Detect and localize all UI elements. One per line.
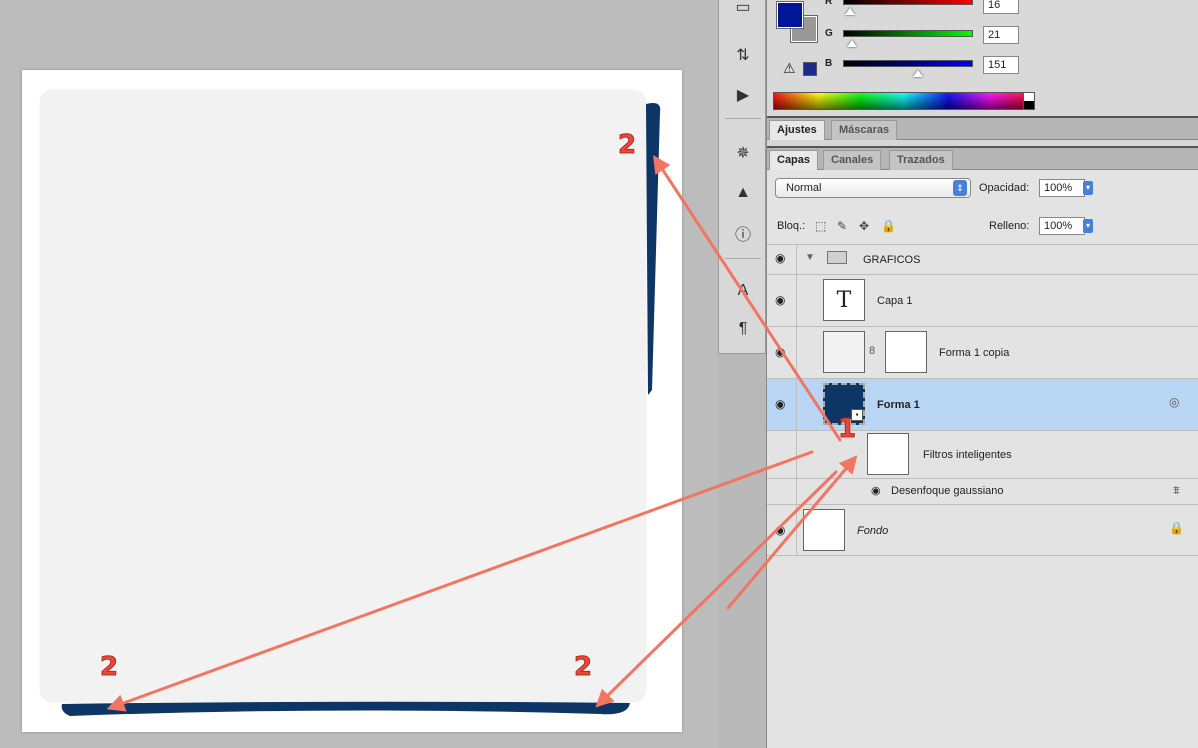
layer-capa-1[interactable]: ◉ T Capa 1 (767, 274, 1198, 326)
lock-transparent-icon[interactable]: ⬚ (815, 219, 826, 233)
lock-icon: 🔒 (1169, 521, 1184, 535)
color-spectrum-bar[interactable] (773, 92, 1035, 110)
layer-fondo[interactable]: ◉ Fondo 🔒 (767, 504, 1198, 556)
filter-name-desenfoque: Desenfoque gaussiano (891, 485, 1004, 497)
filter-blending-options-icon[interactable]: ⩨ (1173, 483, 1180, 498)
layers-tabbar: Capas Canales Trazados (767, 146, 1198, 170)
smart-filters-label: Filtros inteligentes (923, 449, 1012, 461)
history-icon[interactable]: ⇅ (731, 44, 755, 66)
green-slider-thumb[interactable] (847, 40, 857, 47)
step-2-marker-top: 2 (617, 130, 637, 161)
eye-icon[interactable]: ◉ (871, 484, 881, 497)
disclosure-triangle-icon[interactable]: ▼ (805, 252, 815, 263)
blue-value-field[interactable]: 151 (983, 56, 1019, 74)
smart-filters-row[interactable]: Filtros inteligentes (767, 430, 1198, 478)
blue-slider[interactable] (843, 60, 973, 67)
green-value-field[interactable]: 21 (983, 26, 1019, 44)
opacity-field[interactable]: 100% (1039, 179, 1085, 197)
warning-icon[interactable]: ⚠ (783, 60, 796, 77)
adjustments-tabbar: Ajustes Máscaras (767, 116, 1198, 140)
document-canvas-area[interactable] (0, 0, 718, 748)
text-layer-icon: T (823, 279, 865, 321)
red-value-field[interactable]: 16 (983, 0, 1019, 14)
vector-mask-thumbnail (885, 331, 927, 373)
panel-collapse-icon[interactable]: ▭ (731, 0, 755, 18)
histogram-icon[interactable]: ▲ (731, 182, 755, 204)
layer-thumbnail (823, 331, 865, 373)
channel-b-label: B (825, 58, 833, 69)
red-slider[interactable] (843, 0, 973, 5)
group-name: GRAFICOS (863, 254, 921, 266)
tool-strip: ▭ ⇅ ▶ ✵ ▲ ⓘ A ¶ (718, 0, 766, 354)
info-icon[interactable]: ⓘ (731, 222, 755, 244)
channel-g-label: G (825, 28, 833, 39)
eye-icon[interactable]: ◉ (775, 251, 785, 265)
step-1-marker: 1 (837, 414, 857, 445)
channel-r-label: R (825, 0, 833, 7)
tab-canales[interactable]: Canales (823, 150, 882, 170)
chain-link-icon[interactable]: 8 (869, 345, 875, 357)
navigator-icon[interactable]: ✵ (731, 142, 755, 164)
filter-desenfoque-gaussiano[interactable]: ◉ Desenfoque gaussiano ⩨ (767, 478, 1198, 504)
lock-label: Bloq.: (777, 220, 806, 232)
eye-icon[interactable]: ◉ (775, 293, 785, 307)
gray-rounded-card (40, 90, 646, 702)
layer-forma-1-copia[interactable]: ◉ 8 Forma 1 copia (767, 326, 1198, 378)
black-white-swatch[interactable] (1023, 92, 1035, 110)
background-thumbnail (803, 509, 845, 551)
opacity-dropdown-icon[interactable]: ▾ (1083, 181, 1093, 195)
layer-name-forma-1-copia: Forma 1 copia (939, 347, 1010, 359)
layer-name-forma-1: Forma 1 (877, 399, 920, 411)
chevron-updown-icon[interactable]: ⇕ (953, 180, 967, 196)
blend-mode-select[interactable]: Normal (775, 178, 971, 198)
tab-mascaras[interactable]: Máscaras (831, 120, 898, 140)
fill-label: Relleno: (989, 220, 1030, 232)
filter-effects-icon[interactable]: ◎ (1169, 395, 1179, 409)
step-2-marker-bottom-right: 2 (573, 652, 593, 683)
paragraph-icon[interactable]: ¶ (731, 318, 755, 340)
tab-ajustes[interactable]: Ajustes (769, 120, 825, 140)
color-panel: R 16 G 21 ⚠ B 151 (767, 0, 1198, 116)
eye-icon[interactable]: ◉ (775, 345, 785, 359)
character-icon[interactable]: A (731, 280, 755, 302)
foreground-color-swatch[interactable] (776, 1, 804, 29)
panels-column: R 16 G 21 ⚠ B 151 Ajustes Máscaras Capas… (766, 0, 1198, 748)
lock-all-icon[interactable]: 🔒 (881, 219, 896, 233)
tab-capas[interactable]: Capas (769, 150, 819, 170)
filter-mask-thumbnail (867, 433, 909, 475)
blue-slider-thumb[interactable] (913, 70, 923, 77)
lock-pixels-brush-icon[interactable]: ✎ (837, 219, 847, 233)
layer-forma-1[interactable]: ◉ ▪ Forma 1 ◎ (767, 378, 1198, 430)
step-2-marker-bottom-left: 2 (99, 652, 119, 683)
layer-name-capa-1: Capa 1 (877, 295, 913, 307)
red-slider-thumb[interactable] (845, 8, 855, 15)
folder-icon (827, 251, 847, 264)
fill-field[interactable]: 100% (1039, 217, 1085, 235)
fill-dropdown-icon[interactable]: ▾ (1083, 219, 1093, 233)
green-slider[interactable] (843, 30, 973, 37)
layers-panel: Normal ⇕ Opacidad: 100% ▾ Bloq.: ⬚ ✎ ✥ 🔒… (767, 170, 1198, 748)
eye-icon[interactable]: ◉ (775, 523, 785, 537)
eye-icon[interactable]: ◉ (775, 397, 785, 411)
lock-position-move-icon[interactable]: ✥ (859, 219, 869, 233)
tab-trazados[interactable]: Trazados (889, 150, 953, 170)
opacity-label: Opacidad: (979, 182, 1030, 194)
layer-group-graficos[interactable]: ◉ ▼ GRAFICOS (767, 244, 1198, 274)
gamut-swatch[interactable] (803, 62, 817, 76)
actions-play-icon[interactable]: ▶ (731, 84, 755, 106)
layer-name-fondo: Fondo (857, 525, 889, 537)
